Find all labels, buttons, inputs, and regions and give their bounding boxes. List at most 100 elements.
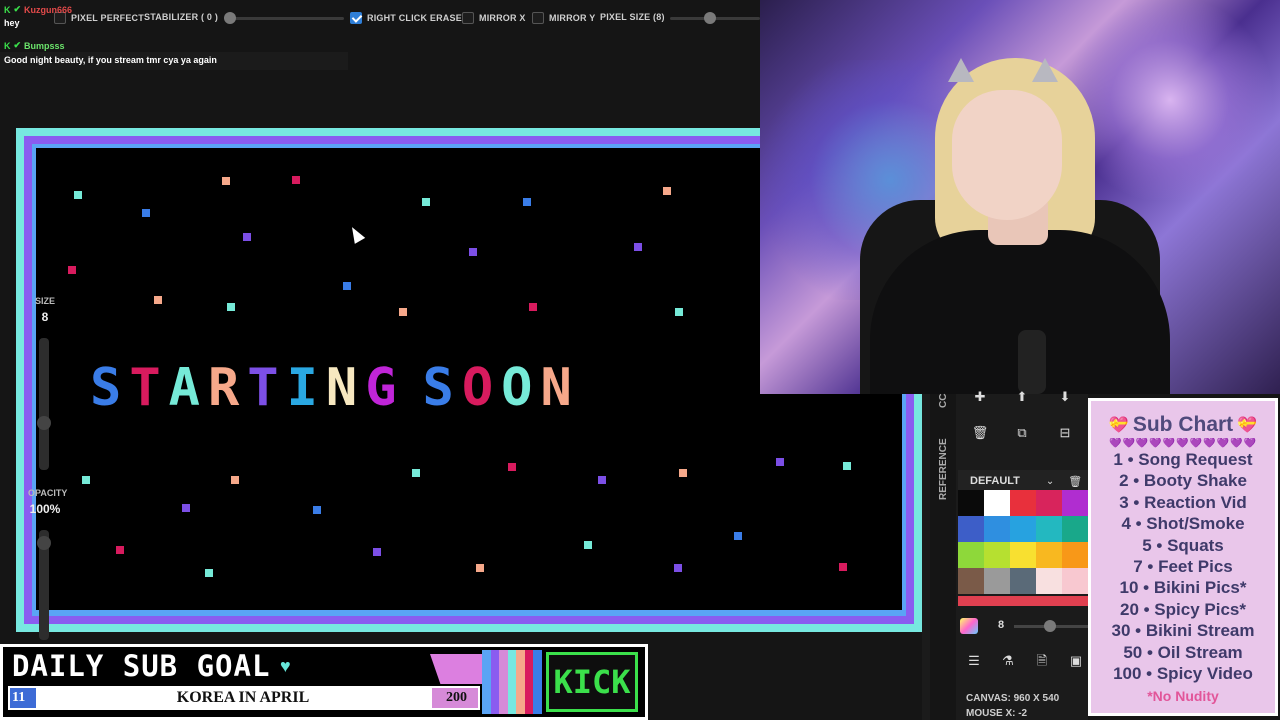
color-swatch[interactable]: [1010, 490, 1036, 516]
mirror-x-checkbox[interactable]: [462, 12, 474, 24]
title-letter: T: [129, 358, 169, 418]
right-click-erase-checkbox[interactable]: [350, 12, 362, 24]
color-picker-icon[interactable]: [960, 618, 978, 634]
trash-icon[interactable]: 🗑: [970, 424, 990, 442]
star-pixel: [116, 546, 124, 554]
color-swatch[interactable]: [1036, 568, 1062, 594]
sub-chart-item: 30 • Bikini Stream: [1111, 621, 1255, 641]
title-letter: N: [325, 358, 366, 418]
brush-size-knob[interactable]: [1044, 620, 1056, 632]
color-stripe: [482, 650, 491, 714]
stabilizer-slider-knob[interactable]: [224, 12, 236, 24]
color-swatch[interactable]: [1062, 568, 1088, 594]
palette-selector[interactable]: DEFAULT ⌄ 🗑: [958, 470, 1088, 492]
star-pixel: [843, 462, 851, 470]
chat-message: K ✔ Kuzgun666: [4, 4, 72, 15]
right-click-erase-toggle[interactable]: RIGHT CLICK ERASE: [350, 12, 462, 24]
cat-ear-icon: [1032, 58, 1058, 82]
list-icon[interactable]: ☰: [964, 652, 984, 670]
color-swatch[interactable]: [958, 516, 984, 542]
tab-reference[interactable]: REFERENCE: [938, 438, 949, 500]
stabilizer-slider[interactable]: [226, 17, 344, 20]
star-pixel: [205, 569, 213, 577]
color-swatch[interactable]: [1062, 516, 1088, 542]
chat-message: K ✔ Bumpsss: [4, 40, 65, 51]
pixel-size-slider-knob[interactable]: [704, 12, 716, 24]
title-letter: A: [168, 358, 208, 418]
star-pixel: [734, 532, 742, 540]
color-swatch[interactable]: [1036, 490, 1062, 516]
chat-username: K ✔ Kuzgun666: [4, 4, 72, 15]
sub-chart-item: 20 • Spicy Pics*: [1120, 599, 1246, 619]
color-swatch[interactable]: [958, 490, 984, 516]
color-swatch[interactable]: [1062, 490, 1088, 516]
color-swatch[interactable]: [984, 568, 1010, 594]
color-swatch[interactable]: [984, 490, 1010, 516]
color-swatch[interactable]: [984, 516, 1010, 542]
heart-gift-icon: 💝: [1237, 417, 1258, 434]
starting-soon-title: STARTING SOON: [90, 358, 580, 418]
sub-chart-panel: 💝 Sub Chart 💝 💜💜💜💜💜💜💜💜💜💜💜 1 • Song Reque…: [1088, 398, 1278, 716]
color-swatch[interactable]: [1062, 542, 1088, 568]
title-letter: T: [247, 358, 287, 418]
star-pixel: [243, 233, 251, 241]
arrow-up-icon[interactable]: ⬆: [1012, 388, 1032, 406]
heart-icon: ♥: [280, 656, 291, 676]
color-swatch[interactable]: [958, 568, 984, 594]
color-swatch[interactable]: [984, 542, 1010, 568]
file-icon[interactable]: 🗎: [1032, 652, 1052, 670]
mirror-y-label: MIRROR Y: [549, 13, 596, 23]
star-pixel: [68, 266, 76, 274]
opacity-value: 100%: [29, 502, 61, 516]
color-swatch[interactable]: [1010, 542, 1036, 568]
sub-chart-item: 3 • Reaction Vid: [1119, 492, 1247, 512]
pixel-size-control: PIXEL SIZE (8): [600, 12, 665, 22]
sub-chart-item: 2 • Booty Shake: [1119, 471, 1247, 491]
star-pixel: [227, 303, 235, 311]
star-pixel: [399, 308, 407, 316]
size-vertical-slider[interactable]: [39, 338, 49, 470]
sub-goal-text: KOREA IN APRIL: [176, 689, 310, 706]
sub-chart-note: *No Nudity: [1147, 688, 1219, 705]
trash-icon[interactable]: 🗑: [1068, 475, 1082, 488]
merge-icon[interactable]: ⊟: [1055, 424, 1075, 442]
color-swatch[interactable]: [958, 542, 984, 568]
opacity-slider-knob[interactable]: [37, 536, 51, 550]
chevron-down-icon[interactable]: ⌄: [1046, 476, 1054, 487]
canvas-size-readout: CANVAS: 960 X 540: [966, 693, 1060, 704]
title-letter: I: [286, 358, 326, 418]
title-letter: G: [365, 358, 405, 418]
mirror-y-toggle[interactable]: MIRROR Y: [532, 12, 595, 24]
sub-chart-item: 7 • Feet Pics: [1133, 557, 1233, 577]
star-pixel: [469, 248, 477, 256]
star-pixel: [663, 187, 671, 195]
sub-chart-item: 4 • Shot/Smoke: [1121, 514, 1245, 534]
arrow-down-icon[interactable]: ⬇: [1055, 388, 1075, 406]
star-pixel: [231, 476, 239, 484]
duplicate-icon[interactable]: ⧉: [1012, 424, 1032, 442]
sub-chart-item: 50 • Oil Stream: [1123, 642, 1243, 662]
title-letter: O: [501, 358, 541, 418]
sub-chart-item: 100 • Spicy Video: [1113, 664, 1253, 684]
layer-add-icon[interactable]: ✚: [970, 388, 990, 406]
color-swatch[interactable]: [1010, 568, 1036, 594]
color-swatch[interactable]: [1010, 516, 1036, 542]
stabilizer-label: STABILIZER ( 0 ): [144, 12, 219, 22]
stabilizer-control: STABILIZER ( 0 ): [144, 12, 218, 22]
color-swatch[interactable]: [1036, 542, 1062, 568]
swatch-row-partial[interactable]: [958, 596, 1088, 606]
size-slider-knob[interactable]: [37, 416, 51, 430]
verified-icon: ✔: [13, 4, 22, 14]
sub-chart-list: 1 • Song Request 2 • Booty Shake 3 • React…: [1091, 449, 1275, 684]
image-icon[interactable]: ▣: [1066, 652, 1086, 670]
star-pixel: [634, 243, 642, 251]
star-pixel: [529, 303, 537, 311]
color-swatch[interactable]: [1036, 516, 1062, 542]
flask-icon[interactable]: ⚗: [998, 652, 1018, 670]
star-pixel: [679, 469, 687, 477]
star-pixel: [82, 476, 90, 484]
title-letter: S: [90, 358, 130, 418]
mirror-x-toggle[interactable]: MIRROR X: [462, 12, 526, 24]
tab-cc[interactable]: CC: [938, 394, 949, 408]
mirror-y-checkbox[interactable]: [532, 12, 544, 24]
